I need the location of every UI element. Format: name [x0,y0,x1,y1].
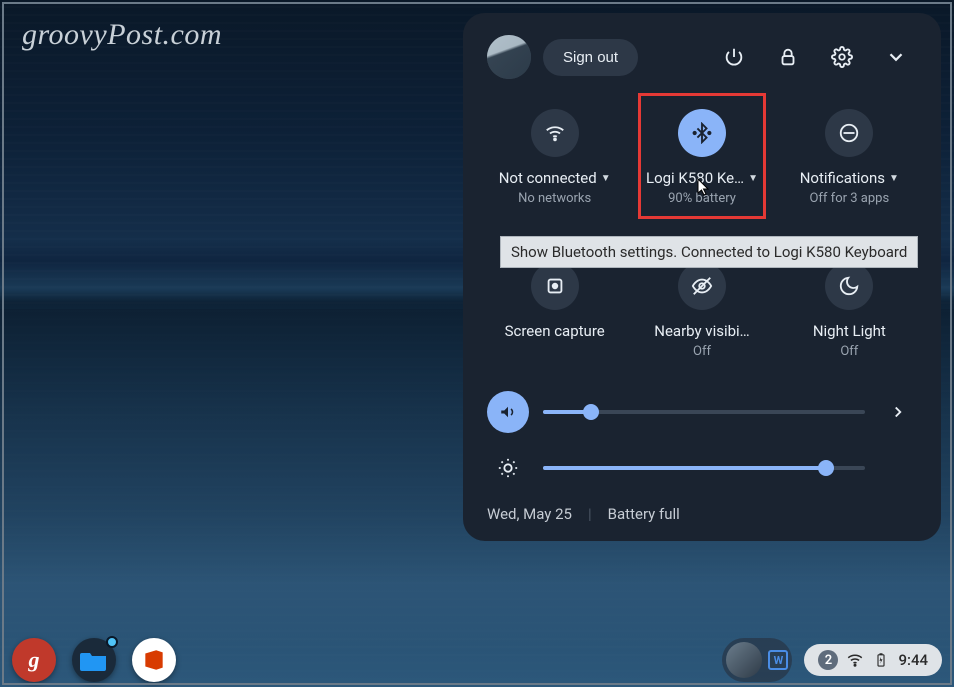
mouse-cursor-icon [697,178,711,198]
shelf: g W 2 9:44 [0,633,954,687]
tile-nearby-visibility: Nearby visibi… Off [634,260,769,361]
chevron-down-icon: ▼ [601,173,611,184]
footer-date: Wed, May 25 [487,505,572,523]
panel-header: Sign out [487,35,917,79]
notification-count-badge: 2 [818,650,838,670]
sign-out-button[interactable]: Sign out [543,39,638,76]
app-icon-files[interactable] [72,638,116,682]
volume-slider-row [487,391,917,433]
site-watermark: groovyPost.com [22,18,222,52]
quick-tiles-grid: Not connected▼ No networks Logi K580 Ke…… [487,107,917,361]
sliders-section [487,391,917,489]
collapse-chevron-icon[interactable] [875,36,917,78]
brightness-slider[interactable] [543,466,865,470]
night-light-label[interactable]: Night Light [813,322,886,340]
brightness-slider-row [487,447,917,489]
tray-avatar [726,642,762,678]
tray-app-badge: W [768,650,788,670]
wifi-label[interactable]: Not connected▼ [499,169,611,187]
chevron-down-icon: ▼ [748,173,758,184]
tile-wifi: Not connected▼ No networks [487,107,622,208]
night-light-button[interactable] [825,262,873,310]
wifi-status-icon [846,651,864,669]
battery-status-icon [872,651,890,669]
status-tray[interactable]: 2 9:44 [804,644,942,676]
app-icon-office[interactable] [132,638,176,682]
notifications-sublabel: Off for 3 apps [809,191,889,206]
lock-icon[interactable] [767,36,809,78]
panel-footer: Wed, May 25 | Battery full [487,505,917,523]
notifications-toggle-button[interactable] [825,109,873,157]
tile-night-light: Night Light Off [782,260,917,361]
night-light-sublabel: Off [840,344,858,359]
nearby-sublabel: Off [693,344,711,359]
wifi-sublabel: No networks [518,191,591,206]
volume-icon[interactable] [487,391,529,433]
nearby-visibility-button[interactable] [678,262,726,310]
quick-settings-panel: Sign out Not connected▼ No networks [463,13,941,541]
notifications-label[interactable]: Notifications▼ [800,169,899,187]
volume-slider[interactable] [543,410,865,414]
tray-clock: 9:44 [898,651,928,669]
screen-capture-label: Screen capture [505,322,605,341]
wifi-toggle-button[interactable] [531,109,579,157]
bluetooth-tooltip: Show Bluetooth settings. Connected to Lo… [500,236,918,268]
tile-notifications: Notifications▼ Off for 3 apps [782,107,917,208]
brightness-icon[interactable] [487,447,529,489]
notification-dot [106,636,118,648]
bluetooth-toggle-button[interactable] [678,109,726,157]
chevron-down-icon: ▼ [889,173,899,184]
power-icon[interactable] [713,36,755,78]
audio-settings-chevron-icon[interactable] [879,393,917,431]
user-tray[interactable]: W [722,638,792,682]
user-avatar[interactable] [487,35,531,79]
footer-battery: Battery full [608,505,680,523]
nearby-label[interactable]: Nearby visibi… [654,322,749,340]
tile-screen-capture: Screen capture [487,260,622,361]
settings-gear-icon[interactable] [821,36,863,78]
app-icon-groovypost[interactable]: g [12,638,56,682]
screen-capture-button[interactable] [531,262,579,310]
